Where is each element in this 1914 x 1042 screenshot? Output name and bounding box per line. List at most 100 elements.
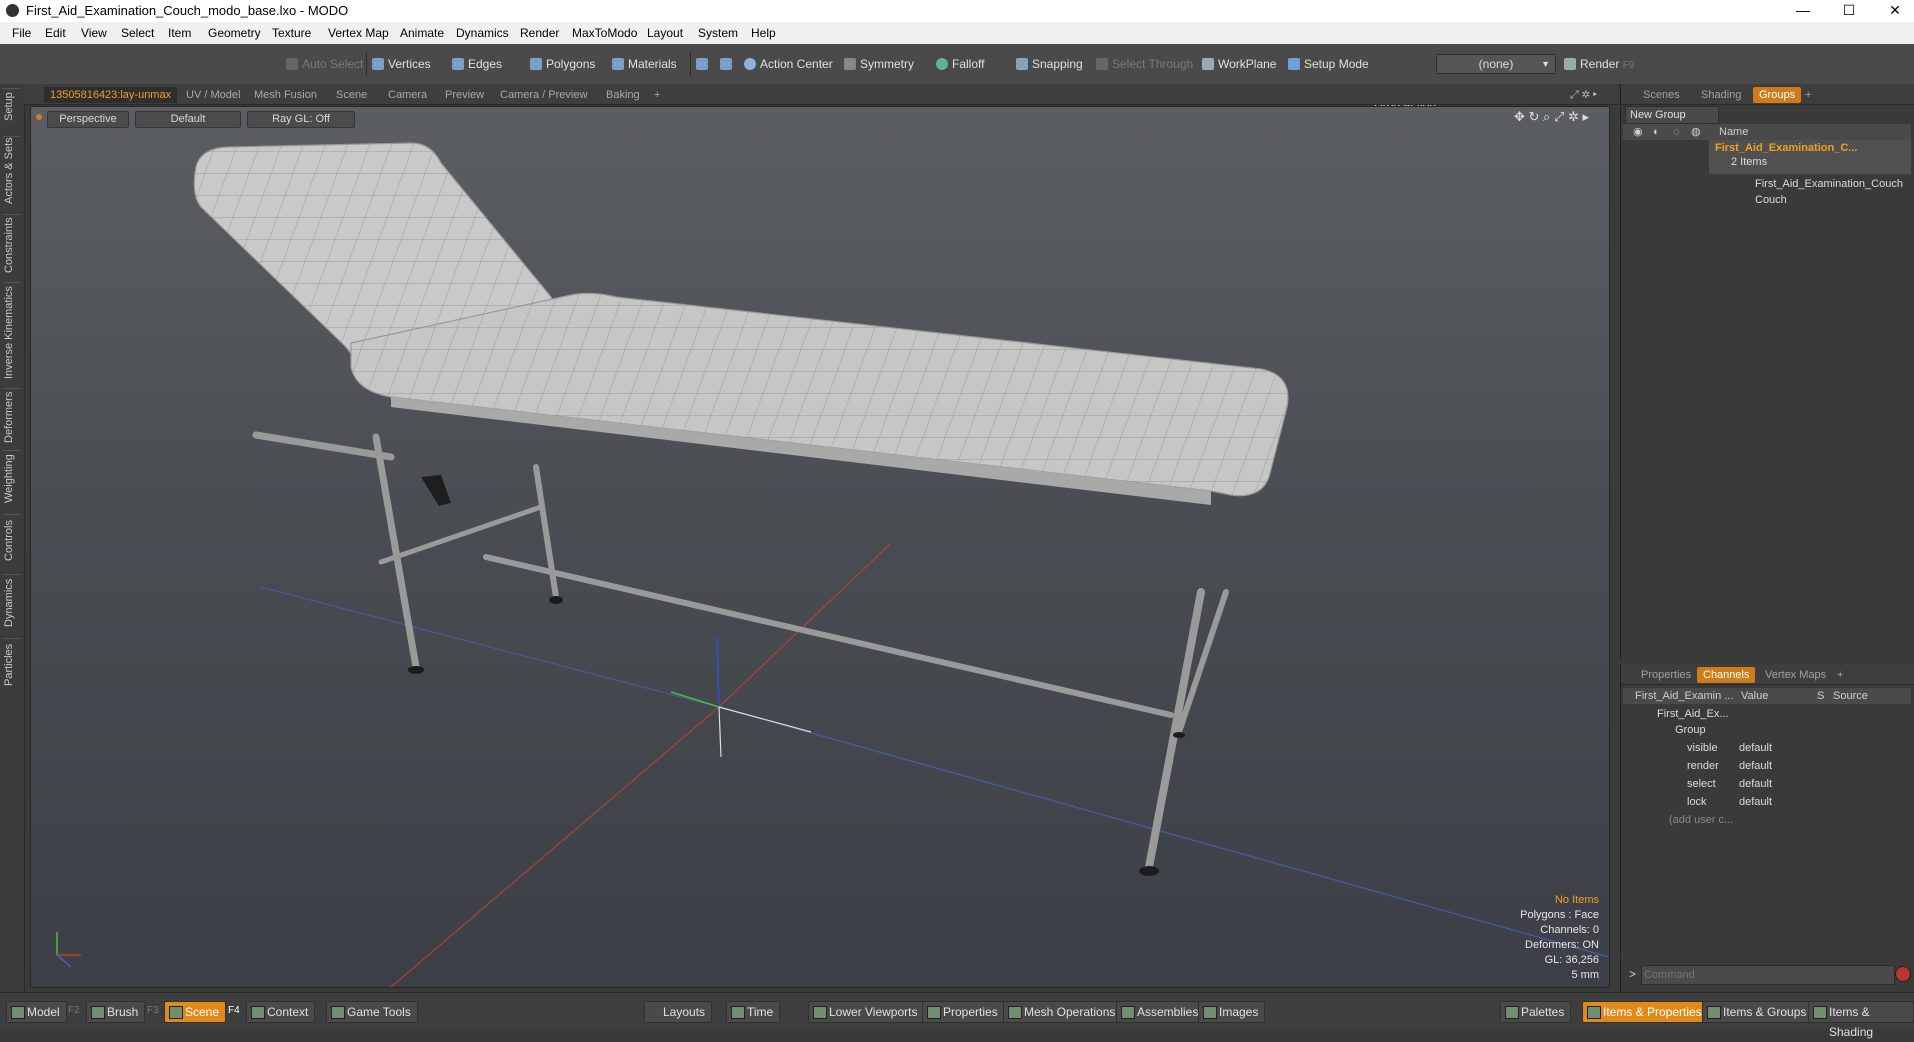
tab-dynamics[interactable]: Dynamics: [3, 574, 21, 631]
tab-camera-preview[interactable]: Camera / Preview: [494, 87, 593, 103]
tab-mesh-fusion[interactable]: Mesh Fusion: [248, 87, 323, 103]
menu-system[interactable]: System: [698, 26, 738, 40]
mesh-operations-button[interactable]: Mesh Operations: [1003, 1001, 1123, 1023]
channel-select-value[interactable]: default: [1739, 776, 1772, 793]
channels-root-item[interactable]: First_Aid_Ex...: [1657, 706, 1729, 723]
snapping-button[interactable]: Snapping: [1014, 54, 1096, 74]
tab-particles[interactable]: Particles: [3, 638, 21, 691]
tab-constraints[interactable]: Constraints: [3, 214, 21, 275]
tab-properties[interactable]: Properties: [1635, 667, 1697, 683]
record-icon[interactable]: [1895, 966, 1911, 982]
close-button[interactable]: ✕: [1872, 0, 1914, 22]
viewport-options-icon[interactable]: ⤢ ✲ ▸: [1564, 87, 1603, 103]
group-selected-row[interactable]: First_Aid_Examination_C... 2 Items: [1709, 140, 1911, 174]
lower-viewports-button[interactable]: Lower Viewports: [808, 1001, 925, 1023]
new-group-button[interactable]: New Group: [1625, 106, 1719, 124]
command-input[interactable]: [1641, 965, 1895, 985]
palettes-button[interactable]: Palettes: [1500, 1001, 1572, 1023]
element-mode-button[interactable]: [694, 54, 714, 74]
channels-group-item[interactable]: Group: [1675, 722, 1706, 739]
time-button[interactable]: Time: [726, 1001, 781, 1023]
toolbar-divider: [690, 52, 691, 76]
layouts-button[interactable]: Layouts: [644, 1001, 713, 1023]
snapping-icon: [1016, 58, 1028, 70]
brush-layout-button[interactable]: Brush: [86, 1001, 146, 1023]
tab-shading[interactable]: Shading: [1695, 87, 1747, 103]
tab-groups[interactable]: Groups: [1753, 87, 1802, 103]
tab-preview[interactable]: Preview: [439, 87, 490, 103]
menu-animate[interactable]: Animate: [400, 26, 444, 40]
model-layout-button[interactable]: Model: [6, 1001, 67, 1023]
vertices-button[interactable]: Vertices: [370, 54, 444, 74]
channel-lock-value[interactable]: default: [1739, 794, 1772, 811]
channel-render-value[interactable]: default: [1739, 758, 1772, 775]
edges-button[interactable]: Edges: [450, 54, 520, 74]
game-tools-button[interactable]: Game Tools: [326, 1001, 418, 1023]
tab-camera[interactable]: Camera: [382, 87, 433, 103]
setup-mode-button[interactable]: Setup Mode: [1286, 54, 1370, 74]
menu-dynamics[interactable]: Dynamics: [456, 26, 509, 40]
tab-uv-model[interactable]: UV / Model: [180, 87, 246, 103]
menu-item[interactable]: Item: [168, 26, 191, 40]
action-center-button[interactable]: Action Center: [742, 54, 838, 74]
tab-scene[interactable]: Scene: [330, 87, 373, 103]
items-shading-button[interactable]: Items & Shading: [1808, 1001, 1914, 1039]
tab-weighting[interactable]: Weighting: [3, 450, 21, 507]
add-tab-button[interactable]: +: [648, 87, 666, 103]
tab-controls[interactable]: Controls: [3, 514, 21, 567]
channel-visible-value[interactable]: default: [1739, 740, 1772, 757]
drop-action-select[interactable]: (none) ▼: [1436, 54, 1556, 74]
workplane-button[interactable]: WorkPlane: [1200, 54, 1276, 74]
add-user-channel[interactable]: (add user c...: [1669, 812, 1733, 829]
render-button[interactable]: Render F9: [1562, 54, 1642, 74]
minimize-button[interactable]: —: [1780, 0, 1826, 22]
menu-geometry[interactable]: Geometry: [208, 26, 261, 40]
items-groups-button[interactable]: Items & Groups: [1702, 1001, 1814, 1023]
menu-render[interactable]: Render: [520, 26, 559, 40]
symmetry-button[interactable]: Symmetry: [842, 54, 922, 74]
menu-file[interactable]: File: [12, 26, 31, 40]
menu-select[interactable]: Select: [121, 26, 154, 40]
vertices-icon: [372, 58, 384, 70]
menu-vertex-map[interactable]: Vertex Map: [328, 26, 389, 40]
items-properties-button[interactable]: Items & Properties: [1582, 1001, 1709, 1023]
context-layout-button[interactable]: Context: [246, 1001, 316, 1023]
leg-front-right: [1145, 588, 1205, 871]
polygons-button[interactable]: Polygons: [528, 54, 606, 74]
assemblies-button[interactable]: Assemblies: [1116, 1001, 1206, 1023]
images-button[interactable]: Images: [1198, 1001, 1266, 1023]
menu-layout[interactable]: Layout: [647, 26, 683, 40]
item-mode-icon: [720, 58, 732, 70]
item-mode-button[interactable]: [718, 54, 738, 74]
select-through-button[interactable]: Select Through: [1094, 54, 1194, 74]
auto-select-button[interactable]: Auto Select: [284, 54, 364, 74]
tab-baking[interactable]: Baking: [600, 87, 646, 103]
tab-lay-unmax[interactable]: 13505816423:lay-unmax: [44, 87, 178, 103]
gizmo-white: [718, 706, 812, 733]
add-channels-tab-button[interactable]: +: [1831, 667, 1849, 683]
menu-help[interactable]: Help: [751, 26, 776, 40]
viewport-info-hud: No Items Polygons : Face Channels: 0 Def…: [1520, 893, 1599, 983]
tab-inverse-kinematics[interactable]: Inverse Kinematics: [3, 282, 21, 383]
maximize-button[interactable]: ☐: [1826, 0, 1872, 22]
properties-button[interactable]: Properties: [922, 1001, 1005, 1023]
scene-layout-button[interactable]: Scene: [164, 1001, 227, 1023]
items-shading-icon: [1813, 1006, 1827, 1019]
materials-button[interactable]: Materials: [610, 54, 690, 74]
menu-maxtomodo[interactable]: MaxToModo: [572, 26, 637, 40]
menu-edit[interactable]: Edit: [45, 26, 66, 40]
menu-view[interactable]: View: [81, 26, 107, 40]
tab-actors-sets[interactable]: Actors & Sets: [3, 136, 21, 205]
add-panel-tab-button[interactable]: +: [1799, 87, 1817, 103]
tab-channels[interactable]: Channels: [1697, 667, 1756, 683]
3d-viewport[interactable]: Perspective Default Ray GL: Off ✥ ↻ ⌕ ⤢ …: [30, 106, 1610, 988]
menu-texture[interactable]: Texture: [272, 26, 311, 40]
child-item-mesh[interactable]: First_Aid_Examination_Couch: [1755, 176, 1903, 193]
child-item-couch[interactable]: Couch: [1755, 192, 1787, 209]
tab-deformers[interactable]: Deformers: [3, 388, 21, 445]
tab-vertex-maps[interactable]: Vertex Maps: [1759, 667, 1832, 683]
main-toolbar: Auto Select Vertices Edges Polygons Mate…: [0, 44, 1914, 112]
falloff-button[interactable]: Falloff: [934, 54, 1004, 74]
tab-setup[interactable]: Setup: [3, 88, 21, 125]
tab-scenes[interactable]: Scenes: [1637, 87, 1686, 103]
